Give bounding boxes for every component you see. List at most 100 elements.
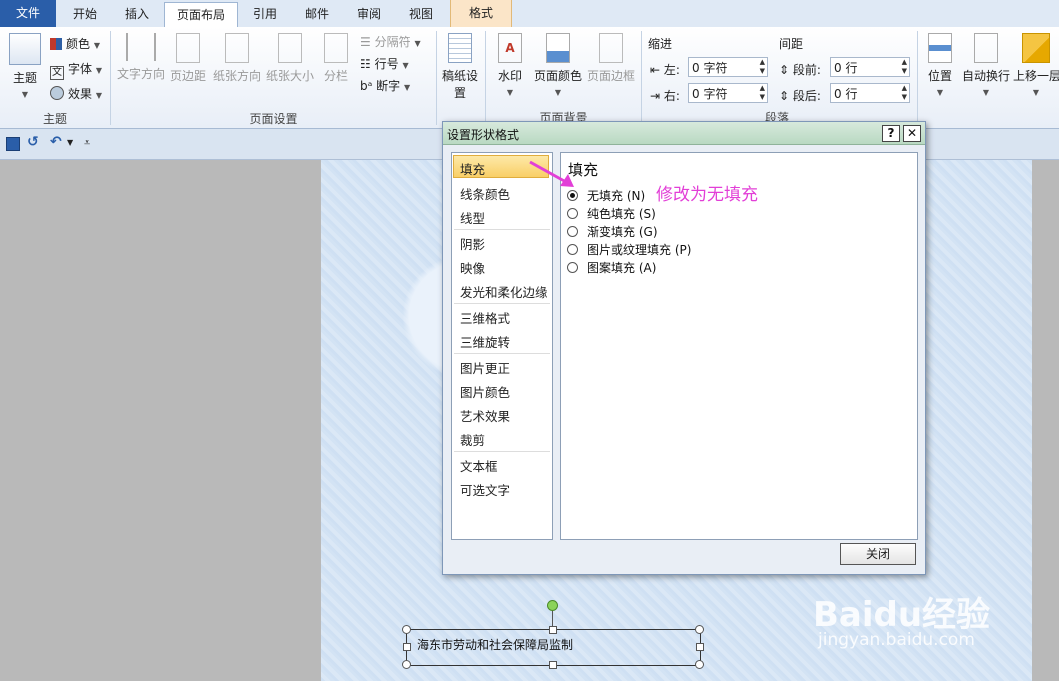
category-divider [454,303,550,304]
columns-button[interactable]: 分栏 [320,33,352,84]
indent-left-icon: ⇤ [650,63,661,77]
category-picture-corrections[interactable]: 图片更正 [460,358,510,377]
tab-file[interactable]: 文件 [0,0,56,27]
radio-icon[interactable] [567,226,578,237]
category-line-style[interactable]: 线型 [460,208,485,227]
fonts-icon: 文 [50,66,64,80]
rotation-handle[interactable] [547,600,558,611]
tab-insert[interactable]: 插入 [112,2,162,27]
breaks-button[interactable]: ☰ 分隔符 ▼ [360,33,421,50]
category-divider [454,353,550,354]
customize-qat-icon[interactable]: ⩡ [84,136,90,150]
wrap-text-button[interactable]: 自动换行 ▼ [960,33,1012,98]
indent-title: 缩进 [648,37,673,51]
category-line-color[interactable]: 线条颜色 [460,184,510,203]
tab-home[interactable]: 开始 [60,2,110,27]
radio-icon[interactable] [567,262,578,273]
indent-left-spinner[interactable]: 0 字符 ▲ ▼ [688,57,768,77]
category-fill[interactable]: 填充 [460,159,485,178]
text-direction-button[interactable]: 文字方向 [116,33,166,82]
size-button[interactable]: 纸张大小 [264,33,316,84]
radio-selected-icon[interactable] [567,190,578,201]
spinner-arrows-icon[interactable]: ▲ ▼ [760,84,765,102]
group-label-page-setup: 页面设置 [249,112,298,126]
resize-handle-top[interactable] [549,626,557,634]
watermark-icon: A [498,33,522,63]
category-glow-soft-edges[interactable]: 发光和柔化边缘 [460,282,548,301]
theme-colors-button[interactable]: 颜色 ▼ [50,35,100,52]
resize-handle-bottom-left[interactable] [402,660,411,669]
category-3d-rotation[interactable]: 三维旋转 [460,332,510,351]
watermark-button[interactable]: A 水印 ▼ [492,33,528,98]
ribbon-tab-bar: 文件 开始 插入 页面布局 引用 邮件 审阅 视图 格式 [0,0,1059,29]
spacing-after-icon: ⇕ [779,89,790,103]
margins-button[interactable]: 页边距 [168,33,208,84]
category-picture-color[interactable]: 图片颜色 [460,382,510,401]
category-3d-format[interactable]: 三维格式 [460,308,510,327]
hyphenation-button[interactable]: bᵃ 断字 ▼ [360,77,410,94]
position-button[interactable]: 位置 ▼ [922,33,958,98]
draft-settings-button[interactable]: 稿纸设置 [440,33,480,101]
text-box-content[interactable]: 海东市劳动和社会保障局监制 [417,636,573,653]
close-icon[interactable]: ✕ [903,125,921,142]
redo-icon[interactable]: ↶ [50,134,62,150]
radio-icon[interactable] [567,244,578,255]
line-numbers-icon: ☷ [360,57,371,71]
tab-review[interactable]: 审阅 [344,2,394,27]
spacing-after-label: ⇕ 段后: [779,89,821,103]
redo-dropdown-icon[interactable]: ▼ [67,138,73,147]
tab-mailings[interactable]: 邮件 [292,2,342,27]
radio-icon[interactable] [567,208,578,219]
group-separator [917,31,918,125]
page-color-button[interactable]: 页面颜色 ▼ [533,33,583,98]
margins-icon [176,33,200,63]
pattern-fill-radio[interactable]: 图案填充 (A) [567,259,656,276]
tab-page-layout[interactable]: 页面布局 [164,2,238,29]
category-alt-text[interactable]: 可选文字 [460,480,510,499]
breaks-icon: ☰ [360,35,371,49]
undo-icon[interactable]: ↺ [27,134,39,150]
spacing-after-spinner[interactable]: 0 行 ▲ ▼ [830,83,910,103]
help-button[interactable]: ? [882,125,900,142]
category-text-box[interactable]: 文本框 [460,456,498,475]
group-label-theme: 主题 [42,112,67,126]
spacing-before-spinner[interactable]: 0 行 ▲ ▼ [830,57,910,77]
theme-effects-button[interactable]: 效果 ▼ [50,85,102,102]
tab-view[interactable]: 视图 [396,2,446,27]
no-fill-radio[interactable]: 无填充 (N) [567,187,645,204]
indent-right-spinner[interactable]: 0 字符 ▲ ▼ [688,83,768,103]
resize-handle-left[interactable] [403,643,411,651]
bring-forward-button[interactable]: 上移一层 ▼ [1013,33,1059,98]
spinner-arrows-icon[interactable]: ▲ ▼ [902,58,907,76]
themes-button[interactable]: 主题 ▼ [5,69,45,100]
tab-format[interactable]: 格式 [450,0,512,27]
tab-references[interactable]: 引用 [240,2,290,27]
resize-handle-top-right[interactable] [695,625,704,634]
resize-handle-top-left[interactable] [402,625,411,634]
baidu-watermark-url: jingyan.baidu.com [818,630,975,650]
ribbon: 主题 ▼ 颜色 ▼ 文字体 ▼ 效果 ▼ 主题 文字方向 页边距 纸张方向 纸张大… [0,27,1059,129]
category-artistic-effects[interactable]: 艺术效果 [460,406,510,425]
fill-panel: 填充 无填充 (N) 纯色填充 (S) 渐变填充 (G) 图片或纹理填充 (P)… [560,152,918,540]
gradient-fill-radio[interactable]: 渐变填充 (G) [567,223,658,240]
resize-handle-right[interactable] [696,643,704,651]
theme-fonts-button[interactable]: 文字体 ▼ [50,60,102,80]
page-borders-button[interactable]: 页面边框 [586,33,636,84]
category-shadow[interactable]: 阴影 [460,234,485,253]
baidu-watermark-logo: Baidu经验 [813,595,991,635]
spinner-arrows-icon[interactable]: ▲ ▼ [902,84,907,102]
picture-texture-fill-radio[interactable]: 图片或纹理填充 (P) [567,241,691,258]
category-reflection[interactable]: 映像 [460,258,485,277]
bring-forward-icon [1022,33,1050,63]
solid-fill-radio[interactable]: 纯色填充 (S) [567,205,656,222]
spacing-before-icon: ⇕ [779,63,790,77]
close-button[interactable]: 关闭 [840,543,916,565]
resize-handle-bottom[interactable] [549,661,557,669]
line-numbers-button[interactable]: ☷ 行号 ▼ [360,55,409,72]
dialog-title-bar[interactable]: 设置形状格式 ? ✕ [443,122,925,145]
save-icon[interactable] [6,137,20,151]
orientation-button[interactable]: 纸张方向 [211,33,263,84]
resize-handle-bottom-right[interactable] [695,660,704,669]
category-crop[interactable]: 裁剪 [460,430,485,449]
spinner-arrows-icon[interactable]: ▲ ▼ [760,58,765,76]
